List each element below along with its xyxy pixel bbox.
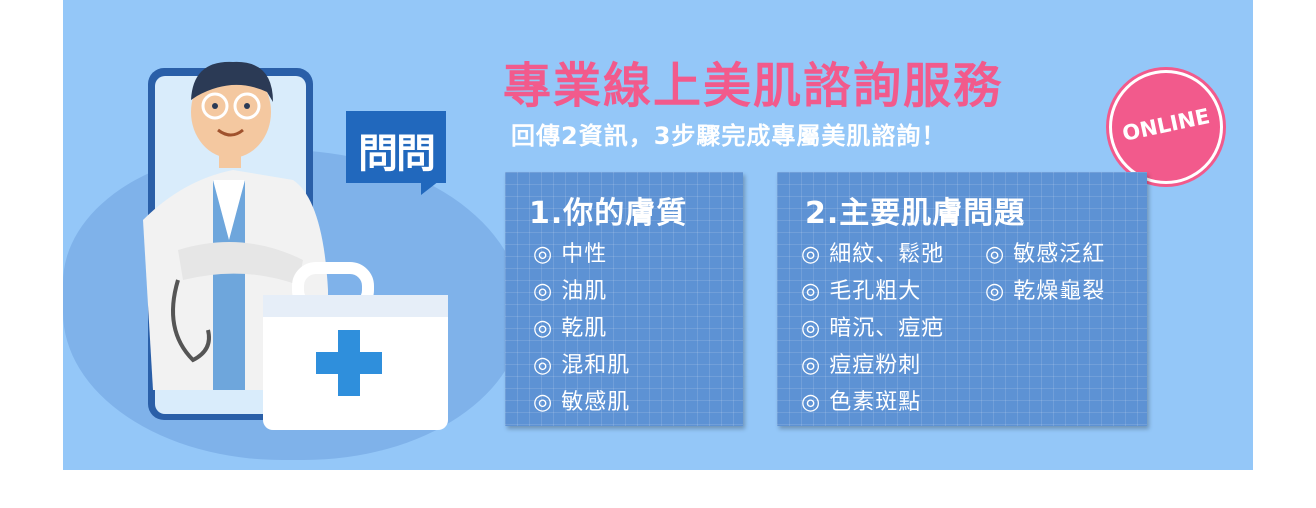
bubble-tail <box>421 181 439 195</box>
list-item: ◎ 敏感泛紅 <box>985 242 1106 267</box>
online-badge: ONLINE <box>1109 70 1223 184</box>
list-item: ◎ 暗沉、痘疤 <box>801 316 945 341</box>
list-item: ◎ 乾肌 <box>533 316 608 341</box>
card2-heading: 2.主要肌膚問題 <box>805 196 1026 231</box>
list-item: ◎ 乾燥龜裂 <box>985 279 1106 304</box>
list-item: ◎ 細紋、鬆弛 <box>801 242 945 267</box>
ask-bubble: 問問 <box>346 111 446 183</box>
skin-concerns-card: 2.主要肌膚問題 ◎ 細紋、鬆弛 ◎ 毛孔粗大 ◎ 暗沉、痘疤 ◎ 痘痘粉刺 ◎… <box>777 172 1147 426</box>
list-item: ◎ 痘痘粉刺 <box>801 353 922 378</box>
list-item: ◎ 油肌 <box>533 279 608 304</box>
banner-subtitle: 回傳2資訊，3步驟完成專屬美肌諮詢！ <box>511 122 947 150</box>
list-item: ◎ 色素斑點 <box>801 390 922 415</box>
list-item: ◎ 混和肌 <box>533 353 631 378</box>
list-item: ◎ 毛孔粗大 <box>801 279 922 304</box>
skin-type-card: 1.你的膚質 ◎ 中性 ◎ 油肌 ◎ 乾肌 ◎ 混和肌 ◎ 敏感肌 <box>505 172 743 426</box>
doctor-illustration <box>143 61 448 430</box>
banner-title: 專業線上美肌諮詢服務 <box>503 58 1004 114</box>
consultation-banner: 問問 專業線上美肌諮詢服務 回傳2資訊，3步驟完成專屬美肌諮詢！ ONLINE … <box>63 0 1253 470</box>
list-item: ◎ 敏感肌 <box>533 390 631 415</box>
card1-heading: 1.你的膚質 <box>529 196 688 231</box>
list-item: ◎ 中性 <box>533 242 608 267</box>
